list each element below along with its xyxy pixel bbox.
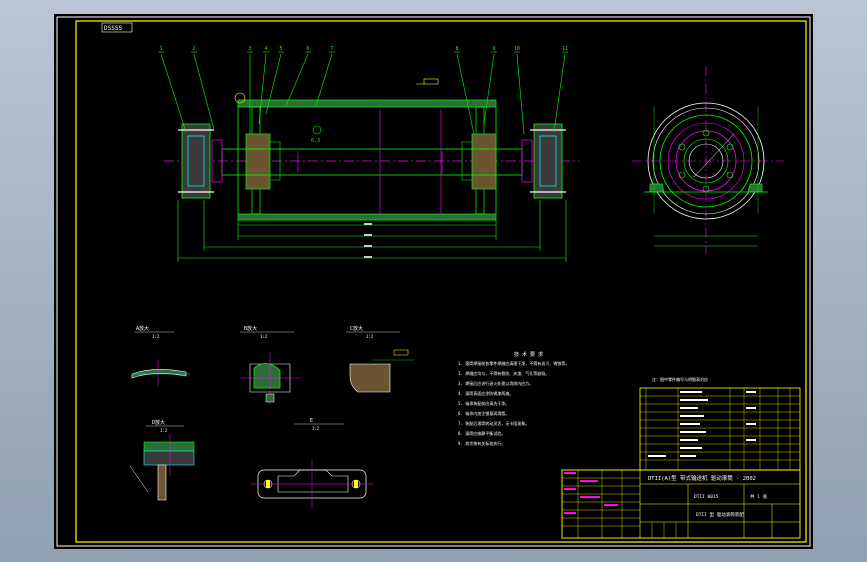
detail-d: D放大 1:2 — [129, 419, 195, 501]
right-bearing-housing — [533, 123, 563, 199]
note-6: 6. 轴承内加注锂基润滑脂。 — [458, 410, 509, 416]
balloon-6: 6 — [306, 46, 309, 52]
detail-a-scale: 1:2 — [152, 334, 160, 339]
note-3: 3. 焊接后应进行退火处理以消除内应力。 — [458, 380, 533, 386]
detail-e-scale: 1:2 — [312, 426, 320, 431]
title-project: DTII(A)型 带式输送机 驱动滚筒 - 2002 — [648, 474, 756, 482]
parts-list: 注：图中零件编号与明细表对应 — [639, 376, 801, 471]
balloon-7: 7 — [330, 46, 333, 52]
detail-a-title: A放大 — [136, 325, 149, 332]
note-4: 4. 滚筒表面应涂防锈漆两遍。 — [458, 390, 513, 396]
note-1: 1. 滚筒焊接前各零件焊缝应清理干净，不得有油污、锈蚀等。 — [458, 360, 569, 366]
balloon-1: 1 — [159, 46, 162, 52]
detail-b-scale: 1:2 — [260, 334, 268, 339]
balloon-8: 8 — [455, 46, 458, 52]
section-callout — [423, 78, 439, 85]
detail-a: A放大 1:2 — [131, 325, 190, 386]
title-drawing-no: DTII 0015 — [694, 494, 719, 500]
note-8: 8. 滚筒应做静平衡试验。 — [458, 430, 505, 436]
note-2: 2. 焊缝应均匀，不得有裂纹、夹渣、气孔等缺陷。 — [458, 370, 549, 376]
note-9: 9. 其余按有关标准执行。 — [458, 440, 505, 446]
balloon-3: 3 — [248, 46, 251, 52]
note-5: 5. 轴承装配前应清洗干净。 — [458, 400, 509, 406]
balloon-5: 5 — [279, 46, 282, 52]
part-balloons: 1 2 3 4 5 6 7 8 9 10 11 — [158, 46, 568, 135]
left-bearing-housing — [181, 123, 211, 199]
side-view — [632, 66, 784, 254]
shell-top — [237, 99, 497, 108]
detail-e-title: E — [310, 418, 313, 424]
detail-d-scale: 1:2 — [160, 428, 168, 433]
main-section-view: 6.3 — [164, 78, 579, 262]
right-hub — [471, 133, 497, 190]
title-sheet: 共 1 张 — [750, 493, 768, 500]
detail-e: E 1:2 — [250, 418, 374, 508]
detail-c-title: C放大 — [350, 325, 363, 332]
parts-header: 注：图中零件编号与明细表对应 — [652, 376, 708, 382]
drawing-canvas: DSSSS 6.3 1 2 3 4 5 6 7 8 9 10 11 A放大 1:… — [56, 16, 811, 547]
shell-bottom — [237, 213, 497, 221]
title-name: DTII 型 驱动滚筒装配 — [696, 511, 744, 518]
overall-dimensions — [177, 200, 567, 262]
balloon-2: 2 — [192, 46, 195, 52]
note-7: 7. 装配后滚筒转动灵活，无卡阻现象。 — [458, 420, 529, 426]
detail-c-scale: 1:2 — [366, 334, 374, 339]
detail-c: C放大 1:2 — [346, 325, 414, 393]
cad-viewport[interactable]: DSSSS 6.3 1 2 3 4 5 6 7 8 9 10 11 A放大 1:… — [54, 14, 813, 549]
balloon-10: 10 — [514, 46, 520, 52]
notes-title: 技 术 要 求 — [514, 351, 543, 358]
left-hub — [245, 133, 271, 190]
detail-b: B放大 1:2 — [240, 325, 300, 404]
drawing-tag: DSSSS — [104, 25, 122, 32]
roughness-symbol: 6.3 — [311, 138, 320, 144]
balloon-9: 9 — [492, 46, 495, 52]
title-block: DTII(A)型 带式输送机 驱动滚筒 - 2002 DTII 0015 DTI… — [561, 469, 801, 539]
detail-b-title: B放大 — [244, 325, 257, 332]
balloon-4: 4 — [264, 46, 267, 52]
detail-d-title: D放大 — [152, 419, 165, 426]
technical-notes: 技 术 要 求 1. 滚筒焊接前各零件焊缝应清理干净，不得有油污、锈蚀等。 2.… — [458, 351, 569, 446]
balloon-11: 11 — [562, 46, 568, 52]
